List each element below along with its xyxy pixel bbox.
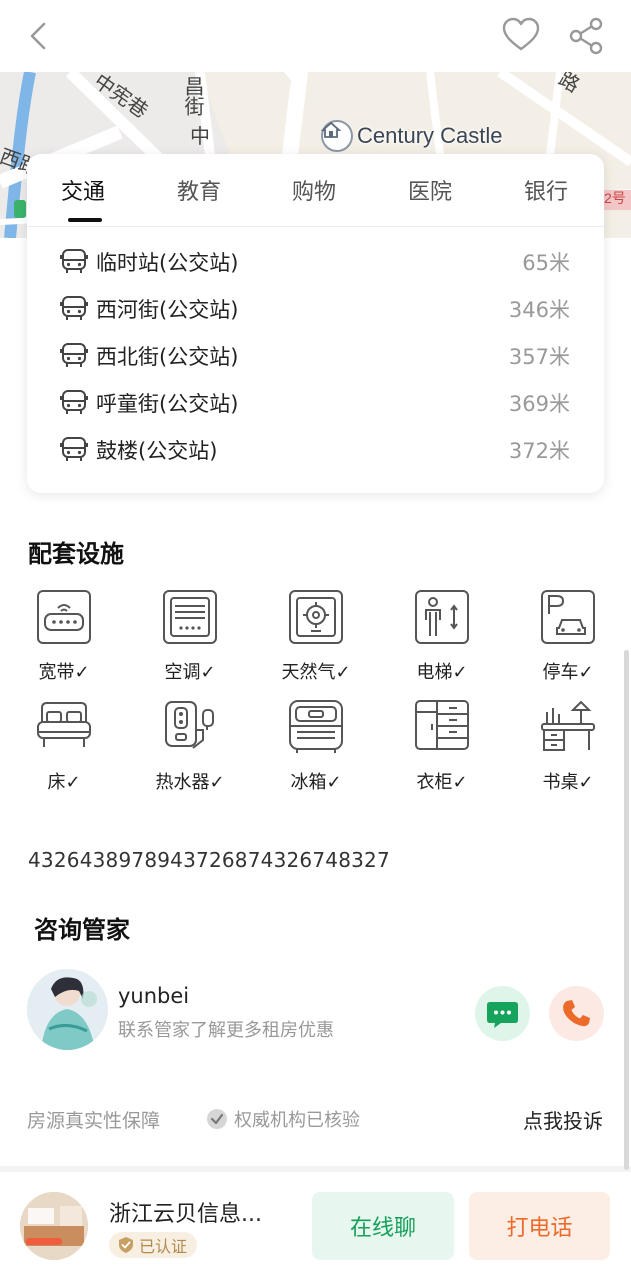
certified-text: 已认证 (139, 1237, 188, 1256)
agent-subtitle: 联系管家了解更多租房优惠 (118, 1020, 334, 1041)
tab-shopping[interactable]: 购物 (292, 174, 336, 206)
stop-distance: 369米 (508, 392, 570, 416)
agent-name: yunbei (118, 984, 190, 1008)
agent-chat-button[interactable] (475, 986, 530, 1041)
stop-distance: 372米 (508, 439, 570, 463)
stop-name: 临时站(公交站) (96, 251, 239, 275)
company-name[interactable]: 浙江云贝信息... (109, 1196, 289, 1228)
facility-label: 热水器✓ (155, 772, 225, 793)
listing-description: 4326438978943726874326748327 (28, 848, 390, 872)
avatar[interactable] (27, 969, 108, 1050)
map-label: 昌街 (181, 76, 203, 116)
list-item[interactable]: 临时站(公交站) 65米 (27, 243, 604, 283)
list-item[interactable]: 呼童街(公交站) 369米 (27, 384, 604, 424)
parking-icon (541, 590, 595, 644)
map-label: 2号 (604, 190, 626, 206)
desk-icon (541, 700, 595, 751)
nearby-card: 交通 教育 购物 医院 银行 临时站(公交站) 65米 西河街(公交站) 346… (27, 154, 604, 493)
active-tab-indicator (68, 218, 102, 222)
complaint-link[interactable]: 点我投诉 (523, 1105, 603, 1134)
home-pin-icon (321, 120, 353, 152)
stop-distance: 357米 (508, 345, 570, 369)
list-item[interactable]: 西北街(公交站) 357米 (27, 337, 604, 377)
bed-icon (37, 702, 91, 747)
stop-name: 西河街(公交站) (96, 298, 239, 322)
stop-distance: 65米 (522, 251, 570, 275)
list-item[interactable]: 西河街(公交站) 346米 (27, 290, 604, 330)
facility-item: 停车✓ (516, 590, 616, 690)
shield-check-icon (119, 1237, 133, 1253)
air-conditioner-icon (163, 590, 217, 644)
certified-badge: 已认证 (109, 1232, 198, 1258)
router-icon (37, 590, 91, 644)
stop-name: 鼓楼(公交站) (96, 439, 218, 463)
facility-item: 空调✓ (138, 590, 238, 690)
company-logo[interactable] (20, 1192, 88, 1260)
facility-label: 电梯✓ (416, 662, 468, 683)
facility-label: 衣柜✓ (416, 772, 468, 793)
scrollbar[interactable] (624, 650, 629, 1170)
facility-item: 衣柜✓ (390, 700, 490, 800)
facility-label: 书桌✓ (542, 772, 594, 793)
phone-call-button[interactable]: 打电话 (469, 1192, 610, 1260)
facility-item: 冰箱✓ (264, 700, 364, 800)
tab-transport[interactable]: 交通 (61, 174, 105, 206)
stop-name: 西北街(公交站) (96, 345, 239, 369)
chat-bubble-icon (487, 1002, 518, 1028)
tab-hospital[interactable]: 医院 (408, 174, 452, 206)
map-poi[interactable]: Century Castle (321, 120, 503, 152)
poi-label: Century Castle (357, 123, 503, 148)
map-label: 中 (190, 126, 210, 148)
list-item[interactable]: 鼓楼(公交站) 372米 (27, 431, 604, 471)
verified-note: 权威机构已核验 (206, 1106, 360, 1132)
bus-icon (60, 390, 88, 414)
facility-label: 停车✓ (542, 662, 594, 683)
fridge-icon (289, 700, 343, 753)
guarantee-label: 房源真实性保障 (27, 1110, 161, 1132)
gas-icon (289, 590, 343, 644)
facility-item: 宽带✓ (12, 590, 112, 690)
online-chat-button[interactable]: 在线聊 (312, 1192, 454, 1260)
check-circle-icon (207, 1109, 227, 1129)
facility-item: 热水器✓ (138, 700, 238, 800)
nearby-tabs: 交通 教育 购物 医院 银行 (27, 154, 604, 227)
facility-label: 宽带✓ (38, 662, 90, 683)
facility-label: 天然气✓ (281, 662, 351, 683)
bottom-action-bar: 浙江云贝信息... 已认证 在线聊 打电话 (0, 1172, 631, 1280)
facility-item: 书桌✓ (516, 700, 616, 800)
wardrobe-icon (415, 700, 469, 750)
facility-item: 天然气✓ (264, 590, 364, 690)
facility-label: 冰箱✓ (290, 772, 342, 793)
stop-name: 呼童街(公交站) (96, 392, 239, 416)
phone-icon (563, 1000, 590, 1027)
facility-item: 电梯✓ (390, 590, 490, 690)
agent-section-title: 咨询管家 (34, 916, 130, 944)
tab-education[interactable]: 教育 (177, 174, 221, 206)
facility-label: 空调✓ (164, 662, 216, 683)
bus-icon (60, 437, 88, 461)
bus-icon (60, 249, 88, 273)
top-bar (0, 0, 631, 72)
rental-detail-page: 中宪巷 昌街 中 西路 路 2号 Century Castle 交通 教育 购物… (0, 0, 631, 1280)
tab-bank[interactable]: 银行 (524, 174, 568, 206)
bus-icon (60, 296, 88, 320)
water-heater-icon (165, 701, 214, 749)
share-icon[interactable] (566, 16, 606, 56)
stop-distance: 346米 (508, 298, 570, 322)
bus-icon (60, 343, 88, 367)
facility-label: 床✓ (47, 772, 81, 793)
facilities-title: 配套设施 (28, 540, 124, 568)
agent-call-button[interactable] (549, 986, 604, 1041)
heart-outline-icon[interactable] (500, 14, 542, 56)
facility-item: 床✓ (12, 700, 112, 800)
elevator-icon (415, 590, 469, 644)
chevron-left-icon[interactable] (22, 18, 58, 54)
verified-text: 权威机构已核验 (234, 1110, 360, 1131)
